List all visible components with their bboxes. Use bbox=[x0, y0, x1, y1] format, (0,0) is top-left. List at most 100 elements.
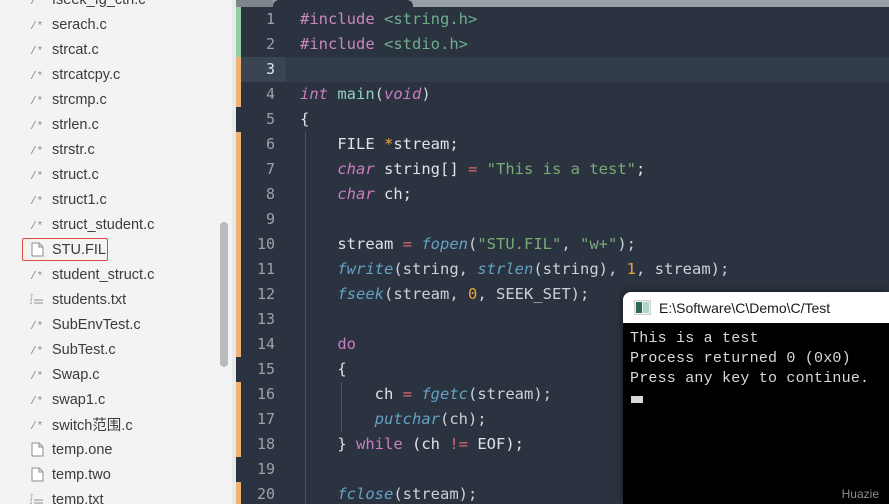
console-line: Process returned 0 (0x0) bbox=[630, 350, 851, 367]
code-token: { bbox=[300, 360, 347, 378]
code-token: "STU.FIL" bbox=[477, 235, 562, 253]
line-number: 1 bbox=[265, 10, 275, 28]
file-tree-item[interactable]: /* struct.c bbox=[0, 162, 236, 187]
code-line-text: #include <stdio.h> bbox=[286, 32, 468, 57]
line-number: 2 bbox=[265, 35, 275, 53]
file-tree-item[interactable]: /* struct1.c bbox=[0, 187, 236, 212]
c-source-icon: /* bbox=[28, 143, 46, 157]
file-icon bbox=[28, 242, 46, 257]
code-line-text: fwrite(string, strlen(string), 1, stream… bbox=[286, 257, 729, 282]
code-token: fgetc bbox=[421, 385, 468, 403]
svg-text:/*: /* bbox=[30, 271, 43, 282]
c-source-icon: /* bbox=[28, 118, 46, 132]
line-number: 6 bbox=[265, 135, 275, 153]
code-token: (ch); bbox=[439, 410, 487, 428]
file-icon bbox=[28, 442, 46, 457]
console-title-bar[interactable]: E:\Software\C\Demo\C/Test bbox=[623, 292, 889, 323]
code-line[interactable]: 5{ bbox=[236, 107, 889, 132]
code-line-text: char ch; bbox=[286, 182, 412, 207]
line-number: 3 bbox=[265, 60, 275, 78]
svg-text:/*: /* bbox=[30, 346, 43, 357]
code-line-text: int main(void) bbox=[286, 82, 431, 107]
code-line-text: { bbox=[286, 107, 309, 132]
code-line[interactable]: 10 stream = fopen("STU.FIL", "w+"); bbox=[236, 232, 889, 257]
line-number: 17 bbox=[256, 410, 275, 428]
code-token: do bbox=[337, 335, 356, 353]
file-tree-item[interactable]: /* strcatcpy.c bbox=[0, 62, 236, 87]
code-token: ; bbox=[635, 160, 646, 178]
program-output-console-window[interactable]: E:\Software\C\Demo\C/Test This is a test… bbox=[623, 292, 889, 504]
file-tree-item-label: Swap.c bbox=[52, 366, 100, 383]
svg-text:/*: /* bbox=[30, 146, 43, 157]
code-token: = bbox=[402, 235, 422, 253]
code-line-text: putchar(ch); bbox=[286, 407, 487, 432]
file-tree-item-label: temp.one bbox=[52, 441, 113, 458]
file-tree-item[interactable]: temp.two bbox=[0, 462, 236, 487]
file-tree-item[interactable]: /* strcat.c bbox=[0, 37, 236, 62]
code-line-text: #include <string.h> bbox=[286, 7, 477, 32]
code-line[interactable]: 6 FILE *stream; bbox=[236, 132, 889, 157]
console-output[interactable]: This is a test Process returned 0 (0x0) … bbox=[623, 323, 889, 504]
code-token: char bbox=[337, 185, 384, 203]
code-line-text: { bbox=[286, 357, 347, 382]
project-file-tree[interactable]: /* fseek_fg_ctrl.c /* serach.c /* strcat.c /* s… bbox=[0, 0, 236, 504]
code-token: ); bbox=[617, 235, 637, 253]
code-token: EOF); bbox=[468, 435, 525, 453]
line-number: 19 bbox=[256, 460, 275, 478]
file-tree-item[interactable]: temp.one bbox=[0, 437, 236, 462]
file-tree-item[interactable]: /* SubTest.c bbox=[0, 337, 236, 362]
code-line[interactable]: 3 bbox=[236, 57, 889, 82]
code-line[interactable]: 4 int main(void) bbox=[236, 82, 889, 107]
line-number: 11 bbox=[256, 260, 275, 278]
code-line[interactable]: 7 char string[] = "This is a test"; bbox=[236, 157, 889, 182]
file-tree-item-label: STU.FIL bbox=[52, 241, 106, 258]
code-token: FILE bbox=[300, 135, 384, 153]
sidebar-scrollbar-thumb[interactable] bbox=[220, 222, 228, 367]
svg-text:/*: /* bbox=[30, 221, 43, 232]
svg-text:/*: /* bbox=[30, 21, 43, 32]
svg-text:/*: /* bbox=[30, 321, 43, 332]
file-tree-item[interactable]: /* struct_student.c bbox=[0, 212, 236, 237]
code-token: (ch bbox=[402, 435, 450, 453]
editor-tab-strip[interactable] bbox=[236, 0, 889, 7]
file-tree-item[interactable]: /* student_struct.c bbox=[0, 262, 236, 287]
code-line[interactable]: 9 bbox=[236, 207, 889, 232]
c-source-icon: /* bbox=[28, 168, 46, 182]
code-token: ( bbox=[468, 235, 478, 253]
code-token: fseek bbox=[337, 285, 384, 303]
line-number: 12 bbox=[256, 285, 275, 303]
file-tree-item[interactable]: /* strcmp.c bbox=[0, 87, 236, 112]
file-list[interactable]: /* fseek_fg_ctrl.c /* serach.c /* strcat.c /* s… bbox=[0, 0, 236, 504]
code-line[interactable]: 2 #include <stdio.h> bbox=[236, 32, 889, 57]
file-tree-item-label: struct.c bbox=[52, 166, 99, 183]
file-tree-item[interactable]: STU.FIL bbox=[0, 237, 236, 262]
file-tree-item[interactable]: /* strlen.c bbox=[0, 112, 236, 137]
sidebar-scrollbar-track[interactable] bbox=[220, 0, 232, 504]
code-token: (stream); bbox=[393, 485, 478, 503]
file-tree-item[interactable]: /* fseek_fg_ctrl.c bbox=[0, 0, 236, 12]
file-tree-item-label: student_struct.c bbox=[52, 266, 155, 283]
line-number: 15 bbox=[256, 360, 275, 378]
c-source-icon: /* bbox=[28, 0, 46, 7]
code-line[interactable]: 1 #include <string.h> bbox=[236, 7, 889, 32]
code-line[interactable]: 8 char ch; bbox=[236, 182, 889, 207]
file-tree-item[interactable]: /* serach.c bbox=[0, 12, 236, 37]
code-line[interactable]: 11 fwrite(string, strlen(string), 1, str… bbox=[236, 257, 889, 282]
svg-text:/*: /* bbox=[30, 396, 43, 407]
file-tree-item[interactable]: /* switch范围.c bbox=[0, 412, 236, 437]
file-tree-item[interactable]: Tstudents.txt bbox=[0, 287, 236, 312]
active-editor-tab[interactable] bbox=[273, 0, 413, 7]
line-number: 9 bbox=[265, 210, 275, 228]
file-tree-item[interactable]: /* swap1.c bbox=[0, 387, 236, 412]
file-tree-item[interactable]: /* Swap.c bbox=[0, 362, 236, 387]
code-token: ( bbox=[374, 85, 384, 103]
file-tree-item[interactable]: /* strstr.c bbox=[0, 137, 236, 162]
file-tree-item[interactable]: /* SubEnvTest.c bbox=[0, 312, 236, 337]
file-tree-item-label: temp.txt bbox=[52, 491, 104, 504]
code-token: != bbox=[449, 435, 469, 453]
file-tree-item[interactable]: Ttemp.txt bbox=[0, 487, 236, 504]
